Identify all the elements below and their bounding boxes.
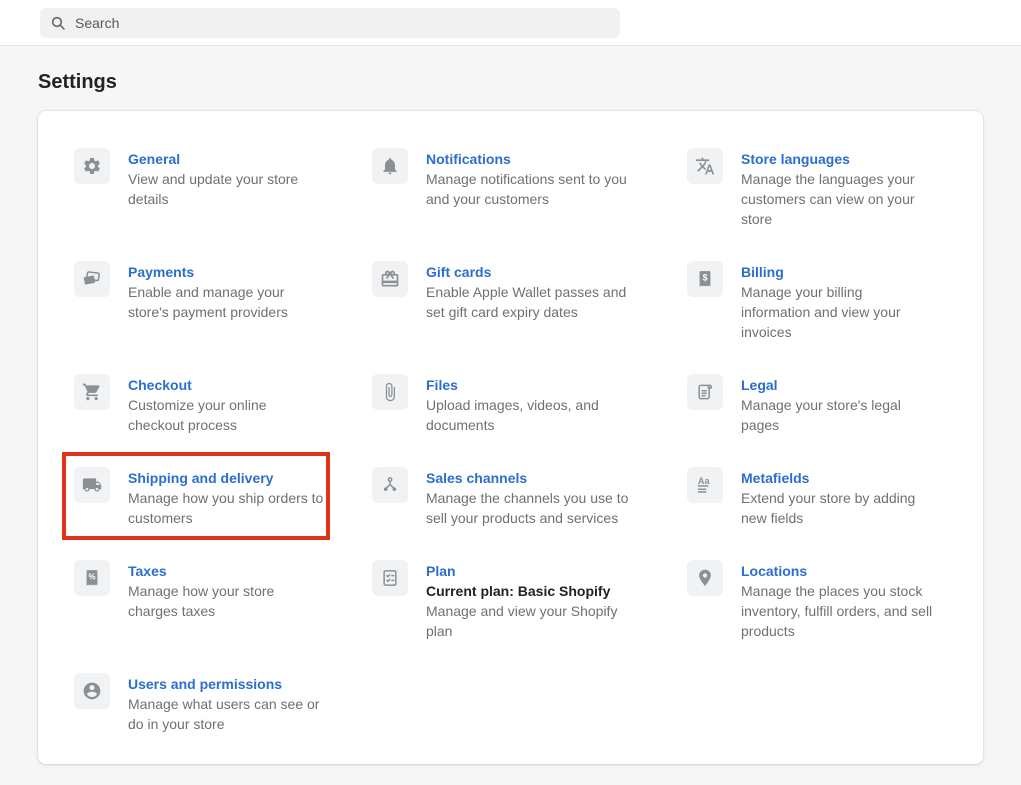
- bell-icon: [372, 148, 408, 184]
- settings-item-description: Manage what users can see or do in your …: [128, 694, 324, 734]
- settings-grid: General View and update your store detai…: [74, 148, 947, 734]
- plan-current-label: Current plan: Basic Shopify: [426, 581, 640, 601]
- settings-item-description: Customize your online checkout process: [128, 395, 324, 435]
- truck-icon: [74, 467, 110, 503]
- settings-item-files[interactable]: Files Upload images, videos, and documen…: [372, 374, 687, 435]
- settings-item-description: Manage and view your Shopify plan: [426, 601, 640, 641]
- settings-item-description: Enable Apple Wallet passes and set gift …: [426, 282, 640, 322]
- svg-text:%: %: [88, 572, 95, 581]
- users-icon: [74, 673, 110, 709]
- settings-item-plan[interactable]: Plan Current plan: Basic Shopify Manage …: [372, 560, 687, 641]
- settings-page: Settings General View and update your st…: [0, 70, 1021, 764]
- settings-item-description: Upload images, videos, and documents: [426, 395, 640, 435]
- metafields-icon: Aa: [687, 467, 723, 503]
- settings-item-store-languages[interactable]: Store languages Manage the languages you…: [687, 148, 947, 229]
- settings-link-sales-channels[interactable]: Sales channels: [426, 468, 640, 488]
- settings-link-checkout[interactable]: Checkout: [128, 375, 324, 395]
- settings-item-checkout[interactable]: Checkout Customize your online checkout …: [74, 374, 372, 435]
- gear-icon: [74, 148, 110, 184]
- settings-item-billing[interactable]: $ Billing Manage your billing informatio…: [687, 261, 947, 342]
- settings-link-store-languages[interactable]: Store languages: [741, 149, 933, 169]
- settings-item-general[interactable]: General View and update your store detai…: [74, 148, 372, 229]
- payments-icon: [74, 261, 110, 297]
- settings-item-description: Manage how your store charges taxes: [128, 581, 324, 621]
- settings-item-legal[interactable]: Legal Manage your store's legal pages: [687, 374, 947, 435]
- billing-icon: $: [687, 261, 723, 297]
- settings-item-locations[interactable]: Locations Manage the places you stock in…: [687, 560, 947, 641]
- page-title: Settings: [38, 70, 983, 94]
- settings-item-sales-channels[interactable]: Sales channels Manage the channels you u…: [372, 467, 687, 528]
- settings-item-description: Extend your store by adding new fields: [741, 488, 933, 528]
- search-input[interactable]: Search: [40, 8, 620, 38]
- settings-link-billing[interactable]: Billing: [741, 262, 933, 282]
- search-placeholder: Search: [75, 15, 119, 31]
- settings-item-description: Manage how you ship orders to customers: [128, 488, 324, 528]
- sales-channels-icon: [372, 467, 408, 503]
- settings-item-description: Manage notifications sent to you and you…: [426, 169, 640, 209]
- settings-link-locations[interactable]: Locations: [741, 561, 933, 581]
- settings-item-gift-cards[interactable]: Gift cards Enable Apple Wallet passes an…: [372, 261, 687, 342]
- settings-link-general[interactable]: General: [128, 149, 324, 169]
- settings-item-notifications[interactable]: Notifications Manage notifications sent …: [372, 148, 687, 229]
- settings-link-metafields[interactable]: Metafields: [741, 468, 933, 488]
- cart-icon: [74, 374, 110, 410]
- settings-link-payments[interactable]: Payments: [128, 262, 324, 282]
- settings-link-legal[interactable]: Legal: [741, 375, 933, 395]
- settings-link-plan[interactable]: Plan: [426, 561, 640, 581]
- legal-icon: [687, 374, 723, 410]
- settings-item-description: Manage the languages your customers can …: [741, 169, 933, 229]
- translate-icon: [687, 148, 723, 184]
- paperclip-icon: [372, 374, 408, 410]
- settings-link-shipping-and-delivery[interactable]: Shipping and delivery: [128, 468, 324, 488]
- search-icon: [50, 15, 66, 31]
- settings-item-shipping-and-delivery[interactable]: Shipping and delivery Manage how you shi…: [74, 467, 372, 528]
- settings-link-gift-cards[interactable]: Gift cards: [426, 262, 640, 282]
- plan-icon: [372, 560, 408, 596]
- settings-item-users-and-permissions[interactable]: Users and permissions Manage what users …: [74, 673, 372, 734]
- taxes-icon: %: [74, 560, 110, 596]
- gift-icon: [372, 261, 408, 297]
- settings-item-description: Manage the channels you use to sell your…: [426, 488, 640, 528]
- topbar: Search: [0, 0, 1021, 46]
- settings-card: General View and update your store detai…: [38, 111, 983, 764]
- svg-text:Aa: Aa: [698, 476, 711, 486]
- settings-item-taxes[interactable]: % Taxes Manage how your store charges ta…: [74, 560, 372, 641]
- settings-item-description: Manage your billing information and view…: [741, 282, 933, 342]
- settings-item-description: View and update your store details: [128, 169, 324, 209]
- settings-link-taxes[interactable]: Taxes: [128, 561, 324, 581]
- settings-link-users-and-permissions[interactable]: Users and permissions: [128, 674, 324, 694]
- settings-item-description: Manage the places you stock inventory, f…: [741, 581, 933, 641]
- settings-link-notifications[interactable]: Notifications: [426, 149, 640, 169]
- settings-item-description: Enable and manage your store's payment p…: [128, 282, 324, 322]
- settings-item-payments[interactable]: Payments Enable and manage your store's …: [74, 261, 372, 342]
- settings-link-files[interactable]: Files: [426, 375, 640, 395]
- location-icon: [687, 560, 723, 596]
- svg-text:$: $: [703, 273, 708, 283]
- settings-item-description: Manage your store's legal pages: [741, 395, 933, 435]
- settings-item-metafields[interactable]: Aa Metafields Extend your store by addin…: [687, 467, 947, 528]
